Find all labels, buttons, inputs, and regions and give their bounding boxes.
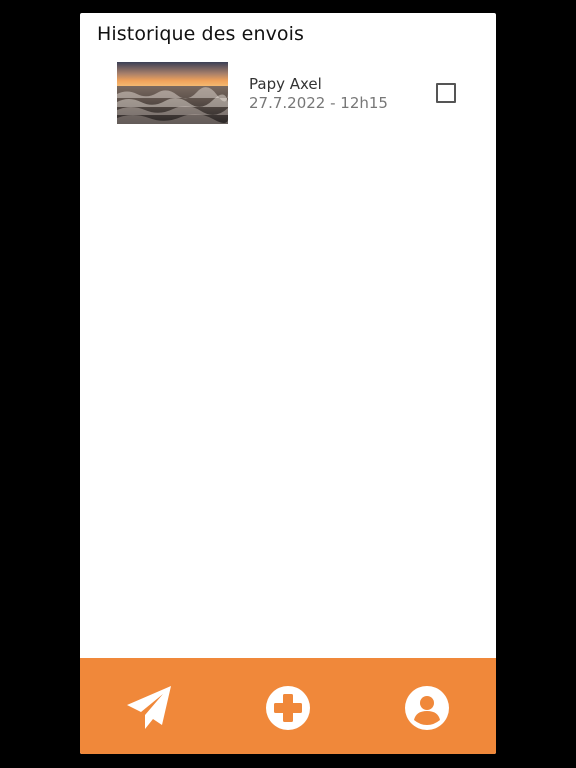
- sunset-dunes-image: [117, 62, 228, 124]
- app-screen: Historique des envois Papy Axel 27.7.202…: [80, 13, 496, 754]
- contact-name: Papy Axel: [249, 75, 322, 93]
- bottom-nav-bar: [80, 658, 496, 754]
- history-thumbnail: [117, 62, 228, 124]
- nav-profile-button[interactable]: [402, 683, 452, 733]
- send-icon: [127, 686, 171, 729]
- nav-send-button[interactable]: [124, 683, 174, 733]
- profile-icon: [405, 686, 449, 730]
- history-list-item[interactable]: Papy Axel 27.7.2022 - 12h15: [80, 61, 496, 125]
- page-title: Historique des envois: [97, 23, 305, 45]
- nav-add-button[interactable]: [263, 683, 313, 733]
- select-checkbox[interactable]: [436, 83, 456, 103]
- add-icon: [266, 686, 310, 730]
- sent-date: 27.7.2022 - 12h15: [249, 94, 388, 112]
